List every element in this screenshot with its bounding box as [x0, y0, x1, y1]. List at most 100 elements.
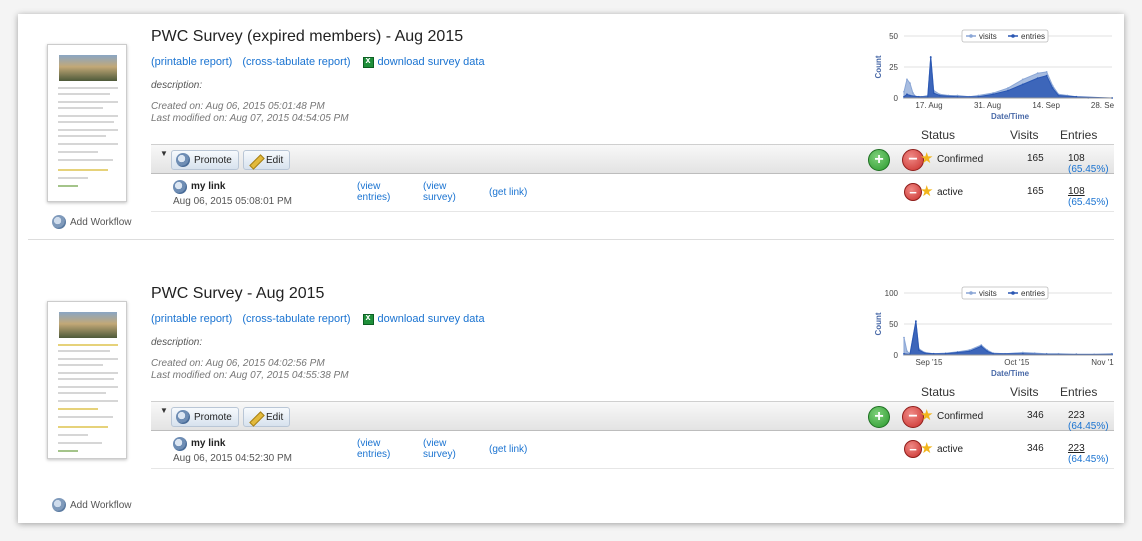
- gear-icon: [176, 153, 190, 167]
- printable-report-link[interactable]: (printable report): [151, 56, 232, 68]
- data-point-entries: [926, 95, 929, 98]
- data-point-entries: [929, 56, 932, 58]
- cross-tabulate-report-link[interactable]: (cross-tabulate report): [242, 56, 350, 68]
- edit-button[interactable]: Edit: [243, 407, 291, 427]
- view-entries-link[interactable]: (view entries): [357, 438, 390, 460]
- link-entries-count[interactable]: 223: [1068, 443, 1085, 454]
- survey-title: PWC Survey - Aug 2015: [151, 285, 325, 302]
- download-survey-data-link[interactable]: download survey data: [362, 312, 485, 325]
- series-area-visits: [903, 320, 1113, 356]
- last-modified-on: Last modified on: Aug 07, 2015 04:55:38 …: [151, 370, 349, 381]
- excel-icon: [362, 312, 374, 325]
- pencil-icon: [248, 410, 262, 424]
- data-point-entries: [906, 93, 908, 96]
- data-point-entries: [944, 352, 947, 355]
- data-point-entries: [932, 352, 935, 355]
- data-point-entries: [923, 352, 926, 355]
- get-link[interactable]: (get link): [489, 444, 527, 455]
- survey-thumbnail[interactable]: [47, 44, 127, 202]
- printable-report-link[interactable]: (printable report): [151, 313, 232, 325]
- survey-block: Add Workflow PWC Survey - Aug 2015 (prin…: [18, 271, 1124, 521]
- legend-marker-entries: [1011, 291, 1015, 295]
- status-header: Status: [921, 385, 956, 399]
- description-label: description:: [151, 337, 203, 348]
- data-point-entries: [986, 350, 989, 353]
- survey-link-row: my link Aug 06, 2015 04:52:30 PM (view e…: [151, 431, 1114, 469]
- legend-marker-visits: [969, 34, 973, 38]
- star-icon: ★: [920, 407, 934, 424]
- download-survey-data-link[interactable]: download survey data: [362, 55, 485, 68]
- survey-link-row: my link Aug 06, 2015 05:08:01 PM (view e…: [151, 174, 1114, 212]
- visits-header: Visits: [1010, 385, 1039, 399]
- promote-button[interactable]: Promote: [171, 407, 239, 427]
- total-entries: 108 (65.45%): [1068, 153, 1109, 175]
- cross-tabulate-report-link[interactable]: (cross-tabulate report): [242, 313, 350, 325]
- legend-label: entries: [1021, 32, 1045, 41]
- data-point-entries: [992, 93, 995, 96]
- link-date: Aug 06, 2015 04:52:30 PM: [173, 453, 292, 464]
- data-point-entries: [938, 94, 941, 97]
- y-tick-label: 100: [885, 289, 899, 298]
- get-link[interactable]: (get link): [489, 187, 527, 198]
- y-axis-title: Count: [874, 55, 883, 78]
- link-status: ★ active: [920, 183, 964, 200]
- link-name: my link: [191, 181, 226, 192]
- last-modified-on: Last modified on: Aug 07, 2015 04:54:05 …: [151, 113, 349, 124]
- promote-button[interactable]: Promote: [171, 150, 239, 170]
- survey-list-card: Add Workflow PWC Survey (expired members…: [18, 14, 1124, 523]
- created-on: Created on: Aug 06, 2015 05:01:48 PM: [151, 101, 325, 112]
- star-icon: ★: [920, 150, 934, 167]
- data-point-entries: [903, 352, 905, 355]
- view-entries-link[interactable]: (view entries): [357, 181, 390, 203]
- gear-icon: [176, 410, 190, 424]
- data-point-visits: [1007, 87, 1009, 89]
- x-axis-title: Date/Time: [991, 369, 1030, 378]
- data-point-entries: [1075, 95, 1078, 98]
- x-axis-title: Date/Time: [991, 112, 1030, 121]
- chart-legend: visits entries: [961, 29, 1049, 43]
- entries-header: Entries: [1060, 128, 1098, 142]
- view-survey-link[interactable]: (view survey): [423, 181, 456, 203]
- add-link-button[interactable]: +: [868, 406, 890, 428]
- legend-label: visits: [979, 32, 997, 41]
- data-point-entries: [917, 95, 920, 98]
- data-point-entries: [980, 345, 983, 348]
- link-entries-count[interactable]: 108: [1068, 186, 1085, 197]
- total-entries: 223 (64.45%): [1068, 410, 1109, 432]
- link-icon: [173, 180, 187, 194]
- star-icon: ★: [920, 440, 934, 457]
- add-link-button[interactable]: +: [868, 149, 890, 171]
- collapse-caret-icon[interactable]: ▼: [160, 149, 168, 158]
- data-point-visits: [1021, 78, 1024, 81]
- x-tick-label: 14. Sep: [1032, 101, 1060, 110]
- x-tick-label: 31. Aug: [974, 101, 1001, 110]
- add-workflow-link[interactable]: Add Workflow: [52, 214, 132, 230]
- y-tick-label: 0: [894, 351, 899, 360]
- survey-toolbar: ▼ Promote Edit + − ★ Confirmed 346 223 (…: [151, 401, 1114, 432]
- legend-marker-entries: [1011, 34, 1015, 38]
- link-icon: [173, 437, 187, 451]
- legend-label: entries: [1021, 289, 1045, 298]
- link-name: my link: [191, 438, 226, 449]
- survey-thumbnail[interactable]: [47, 301, 127, 459]
- add-workflow-link[interactable]: Add Workflow: [52, 497, 132, 513]
- link-entries: 223 (64.45%): [1068, 443, 1109, 465]
- add-workflow-label: Add Workflow: [70, 216, 132, 228]
- survey-title: PWC Survey (expired members) - Aug 2015: [151, 28, 464, 45]
- y-tick-label: 50: [889, 320, 898, 329]
- y-axis-title: Count: [874, 312, 883, 335]
- series-area-entries: [903, 321, 1113, 356]
- collapse-caret-icon[interactable]: ▼: [160, 406, 168, 415]
- data-point-entries: [1036, 77, 1039, 80]
- survey-toolbar: ▼ Promote Edit + − ★ Confirmed 165 108 (…: [151, 144, 1114, 175]
- data-point-entries: [917, 349, 920, 351]
- y-tick-label: 50: [889, 32, 898, 41]
- edit-button[interactable]: Edit: [243, 150, 291, 170]
- created-on: Created on: Aug 06, 2015 04:02:56 PM: [151, 358, 325, 369]
- add-workflow-label: Add Workflow: [70, 499, 132, 511]
- section-divider: [28, 239, 1114, 240]
- link-visits: 346: [1027, 443, 1044, 454]
- visits-entries-chart: 0 50 100 Sep '15 Oct '15 Nov '15 Date/Time Coun…: [874, 286, 1114, 378]
- data-point-entries: [909, 94, 911, 97]
- view-survey-link[interactable]: (view survey): [423, 438, 456, 460]
